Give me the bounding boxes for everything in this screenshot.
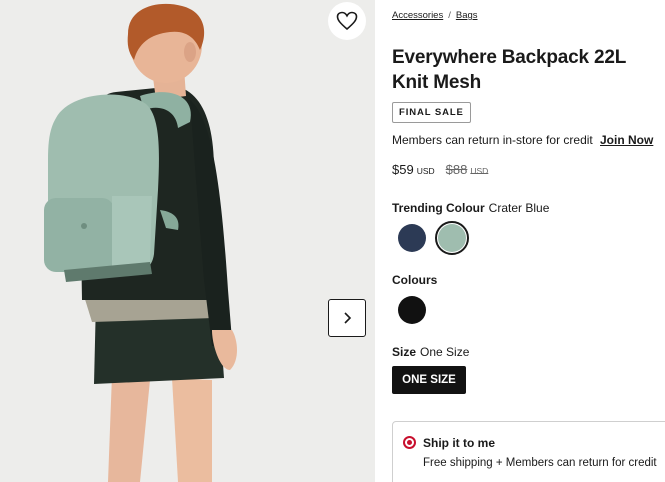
shipping-option-card[interactable]: Ship it to me Free shipping + Members ca… [392, 421, 665, 482]
join-now-link[interactable]: Join Now [600, 133, 653, 147]
size-label: Size [392, 345, 417, 359]
original-price: $88 USD [446, 162, 489, 177]
size-value: One Size [420, 345, 470, 359]
final-sale-badge: FINAL SALE [392, 102, 471, 123]
shipping-subtitle: Free shipping + Members can return for c… [423, 457, 657, 469]
product-photo [0, 0, 375, 482]
trending-colour-row: Trending Colour Crater Blue [392, 201, 549, 215]
next-image-button[interactable] [328, 299, 366, 337]
size-option-button[interactable]: ONE SIZE [392, 366, 466, 394]
price: $59 USD $88 USD [392, 162, 488, 177]
swatch-black-dot [398, 296, 426, 324]
breadcrumb-bags[interactable]: Bags [456, 10, 478, 21]
swatch-navy[interactable] [395, 221, 429, 255]
colours-label: Colours [392, 273, 438, 287]
breadcrumb: Accessories / Bags [392, 10, 478, 21]
swatch-black[interactable] [395, 293, 429, 327]
product-title: Everywhere Backpack 22L Knit Mesh [392, 47, 626, 93]
shipping-radio[interactable] [403, 436, 416, 449]
breadcrumb-separator: / [448, 10, 451, 21]
sale-price: $59 [392, 162, 414, 177]
breadcrumb-accessories[interactable]: Accessories [392, 10, 443, 21]
original-price-currency: USD [470, 166, 489, 176]
size-row: Size One Size [392, 345, 469, 359]
product-image-gallery[interactable] [0, 0, 375, 482]
swatch-crater-blue-dot [438, 224, 466, 252]
wishlist-button[interactable] [328, 2, 366, 40]
trending-colour-value: Crater Blue [488, 201, 550, 215]
heart-outline-icon [336, 11, 358, 31]
chevron-right-icon [344, 312, 352, 324]
swatch-navy-dot [398, 224, 426, 252]
trending-colour-label: Trending Colour [392, 201, 485, 215]
members-return-text: Members can return in-store for credit [392, 133, 593, 147]
original-price-value: $88 [445, 162, 468, 177]
shipping-title: Ship it to me [423, 436, 495, 450]
product-details-panel: Accessories / Bags Everywhere Backpack 2… [392, 0, 665, 482]
colours-row: Colours [392, 273, 437, 287]
sale-price-currency: USD [416, 166, 435, 176]
swatch-crater-blue[interactable] [435, 221, 469, 255]
